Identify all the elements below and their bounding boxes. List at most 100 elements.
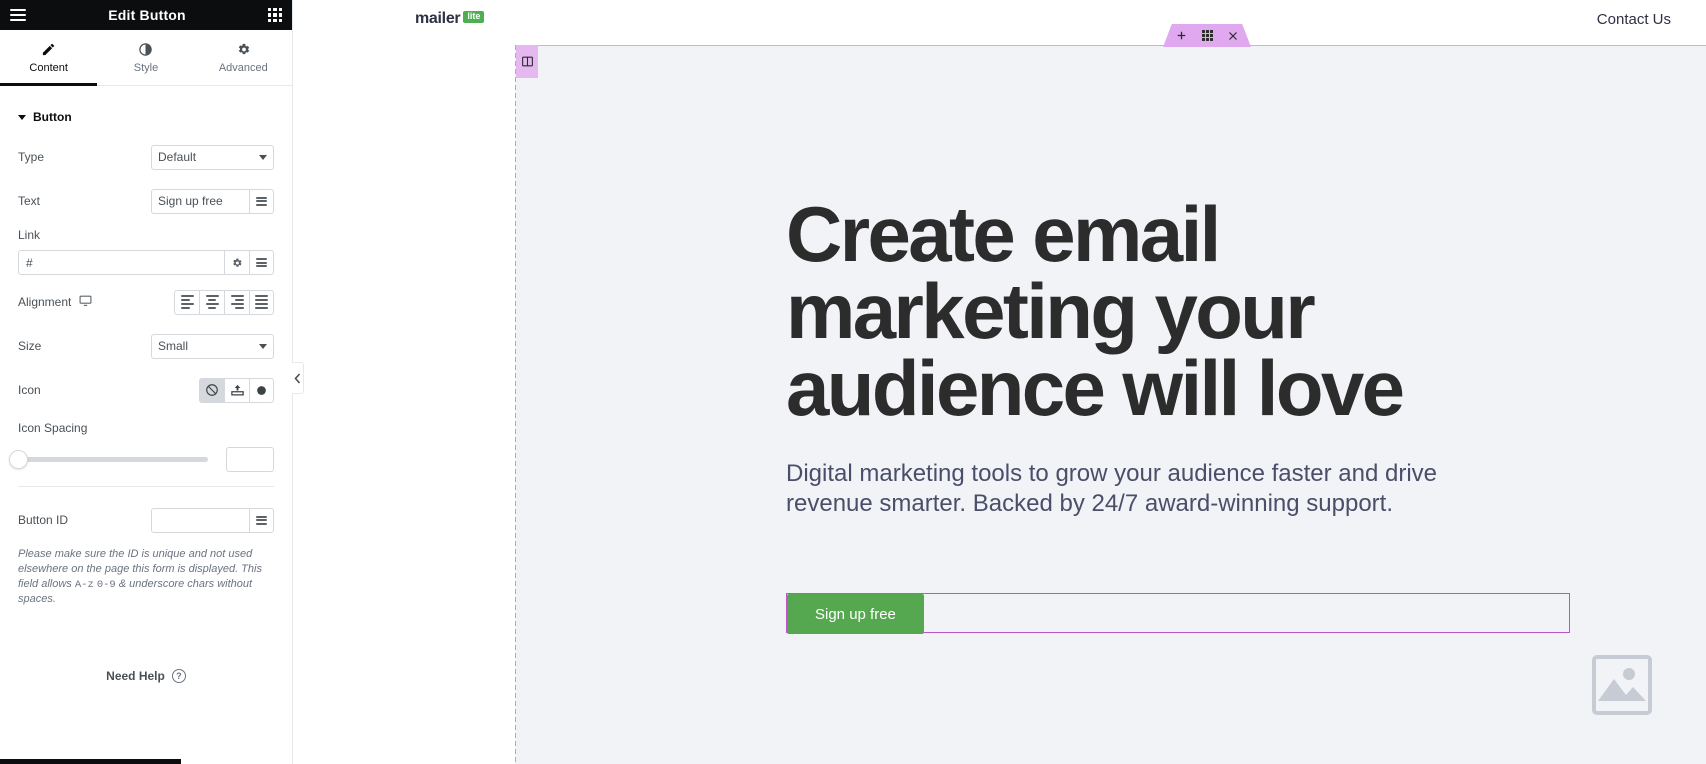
control-icon-spacing-label: Icon Spacing [18, 421, 88, 435]
grid-apps-icon[interactable] [268, 8, 282, 22]
button-id-dynamic-tags-button[interactable] [249, 507, 274, 533]
none-icon [206, 384, 218, 396]
logo-wordmark: mailer [415, 10, 461, 27]
add-section-icon[interactable] [1175, 29, 1188, 42]
align-justify-icon [255, 295, 268, 309]
nav-contact-us[interactable]: Contact Us [1597, 11, 1671, 28]
divider [18, 486, 274, 487]
alignment-text: Alignment [18, 295, 72, 309]
align-left-button[interactable] [174, 289, 199, 315]
desktop-icon[interactable] [79, 294, 92, 310]
question-circle-icon: ? [171, 668, 186, 683]
database-icon [256, 515, 267, 525]
control-type: Type Default [18, 140, 274, 174]
size-select[interactable]: Small [151, 333, 274, 359]
align-center-button[interactable] [199, 289, 224, 315]
type-select-value: Default [158, 150, 197, 164]
panel-tabs: Content Style Advanced [0, 30, 292, 86]
logo-badge: lite [463, 11, 485, 23]
text-input[interactable]: Sign up free [151, 188, 249, 214]
panel-footer-bar [0, 759, 181, 764]
database-icon [256, 258, 267, 267]
slider-handle[interactable] [9, 450, 28, 469]
tab-advanced-label: Advanced [218, 61, 268, 74]
icon-upload-button[interactable] [224, 377, 249, 403]
column-guide-line [515, 45, 516, 764]
button-id-help-note: Please make sure the ID is unique and no… [18, 547, 274, 607]
control-button-id-label: Button ID [18, 513, 69, 527]
hero-content: Create email marketing your audience wil… [516, 46, 1706, 764]
hero-headline[interactable]: Create email marketing your audience wil… [786, 195, 1576, 428]
control-icon-label: Icon [18, 383, 41, 397]
section-button-label: Button [33, 110, 72, 124]
gear-icon [236, 42, 251, 57]
image-placeholder-icon [1592, 655, 1652, 715]
database-icon [256, 196, 267, 206]
chevron-down-icon [259, 154, 267, 160]
icon-none-button[interactable] [199, 377, 224, 403]
section-toolbar [1163, 24, 1251, 47]
elementor-editor-root: Edit Button Content Style Advanced Butto… [0, 0, 1706, 764]
link-input[interactable]: # [18, 250, 224, 275]
control-type-label: Type [18, 150, 45, 164]
align-justify-button[interactable] [249, 289, 274, 315]
signup-cta-button[interactable]: Sign up free [787, 594, 924, 634]
tab-style-label: Style [133, 61, 159, 74]
type-select[interactable]: Default [151, 144, 274, 170]
control-text: Text Sign up free [18, 184, 274, 218]
panel-body: Button Type Default Text Sign up free Li… [0, 86, 292, 764]
control-alignment: Alignment [18, 285, 274, 319]
contrast-icon [138, 42, 153, 57]
button-id-input[interactable] [151, 507, 249, 533]
chevron-down-icon [18, 114, 26, 120]
editor-panel: Edit Button Content Style Advanced Butto… [0, 0, 304, 764]
site-header: mailer lite Contact Us [293, 0, 1706, 45]
size-select-value: Small [158, 339, 189, 353]
panel-title: Edit Button [108, 7, 186, 23]
close-section-icon[interactable] [1227, 30, 1239, 42]
control-size-label: Size [18, 339, 42, 353]
icon-button-group [199, 377, 274, 403]
panel-collapse-button[interactable] [292, 362, 304, 394]
icon-spacing-input[interactable] [226, 447, 274, 472]
align-center-icon [205, 295, 219, 309]
align-left-icon [180, 295, 194, 309]
tab-style[interactable]: Style [97, 30, 194, 85]
hero-subheadline[interactable]: Digital marketing tools to grow your aud… [786, 459, 1466, 520]
icon-circle-button[interactable] [249, 377, 274, 403]
circle-icon [257, 385, 266, 395]
link-dynamic-tags-button[interactable] [249, 250, 274, 275]
alignment-button-group [174, 289, 274, 315]
section-button-toggle[interactable]: Button [18, 110, 274, 124]
tab-content-label: Content [29, 61, 68, 74]
panel-header: Edit Button [0, 0, 292, 30]
control-link-label: Link [18, 228, 41, 242]
control-alignment-label: Alignment [18, 294, 174, 310]
text-dynamic-tags-button[interactable] [249, 188, 274, 214]
grid-drag-icon[interactable] [1202, 30, 1213, 41]
need-help-link[interactable]: Need Help ? [18, 668, 274, 683]
gear-icon [233, 258, 242, 267]
preview-canvas: mailer lite Contact Us Create email mark… [293, 0, 1706, 764]
hamburger-icon[interactable] [10, 9, 26, 21]
hero-text-block: Create email marketing your audience wil… [786, 195, 1586, 520]
control-icon: Icon [18, 373, 274, 407]
help-note-code-az: A-z [74, 578, 94, 591]
hero-section[interactable]: Create email marketing your audience wil… [515, 24, 1706, 764]
chevron-down-icon [259, 343, 267, 349]
button-widget-selection[interactable]: Sign up free [786, 593, 1570, 634]
upload-icon [230, 384, 244, 395]
control-button-id: Button ID [18, 503, 274, 537]
mailerlite-logo: mailer lite [415, 10, 485, 28]
icon-spacing-slider[interactable] [9, 450, 208, 469]
tab-advanced[interactable]: Advanced [195, 30, 292, 85]
pencil-icon [41, 42, 56, 57]
control-size: Size Small [18, 329, 274, 363]
align-right-button[interactable] [224, 289, 249, 315]
align-right-icon [230, 295, 244, 309]
tab-content[interactable]: Content [0, 30, 98, 86]
control-text-label: Text [18, 194, 41, 208]
link-options-button[interactable] [224, 250, 249, 275]
column-layout-icon[interactable] [516, 45, 538, 78]
chevron-left-icon [294, 372, 301, 384]
